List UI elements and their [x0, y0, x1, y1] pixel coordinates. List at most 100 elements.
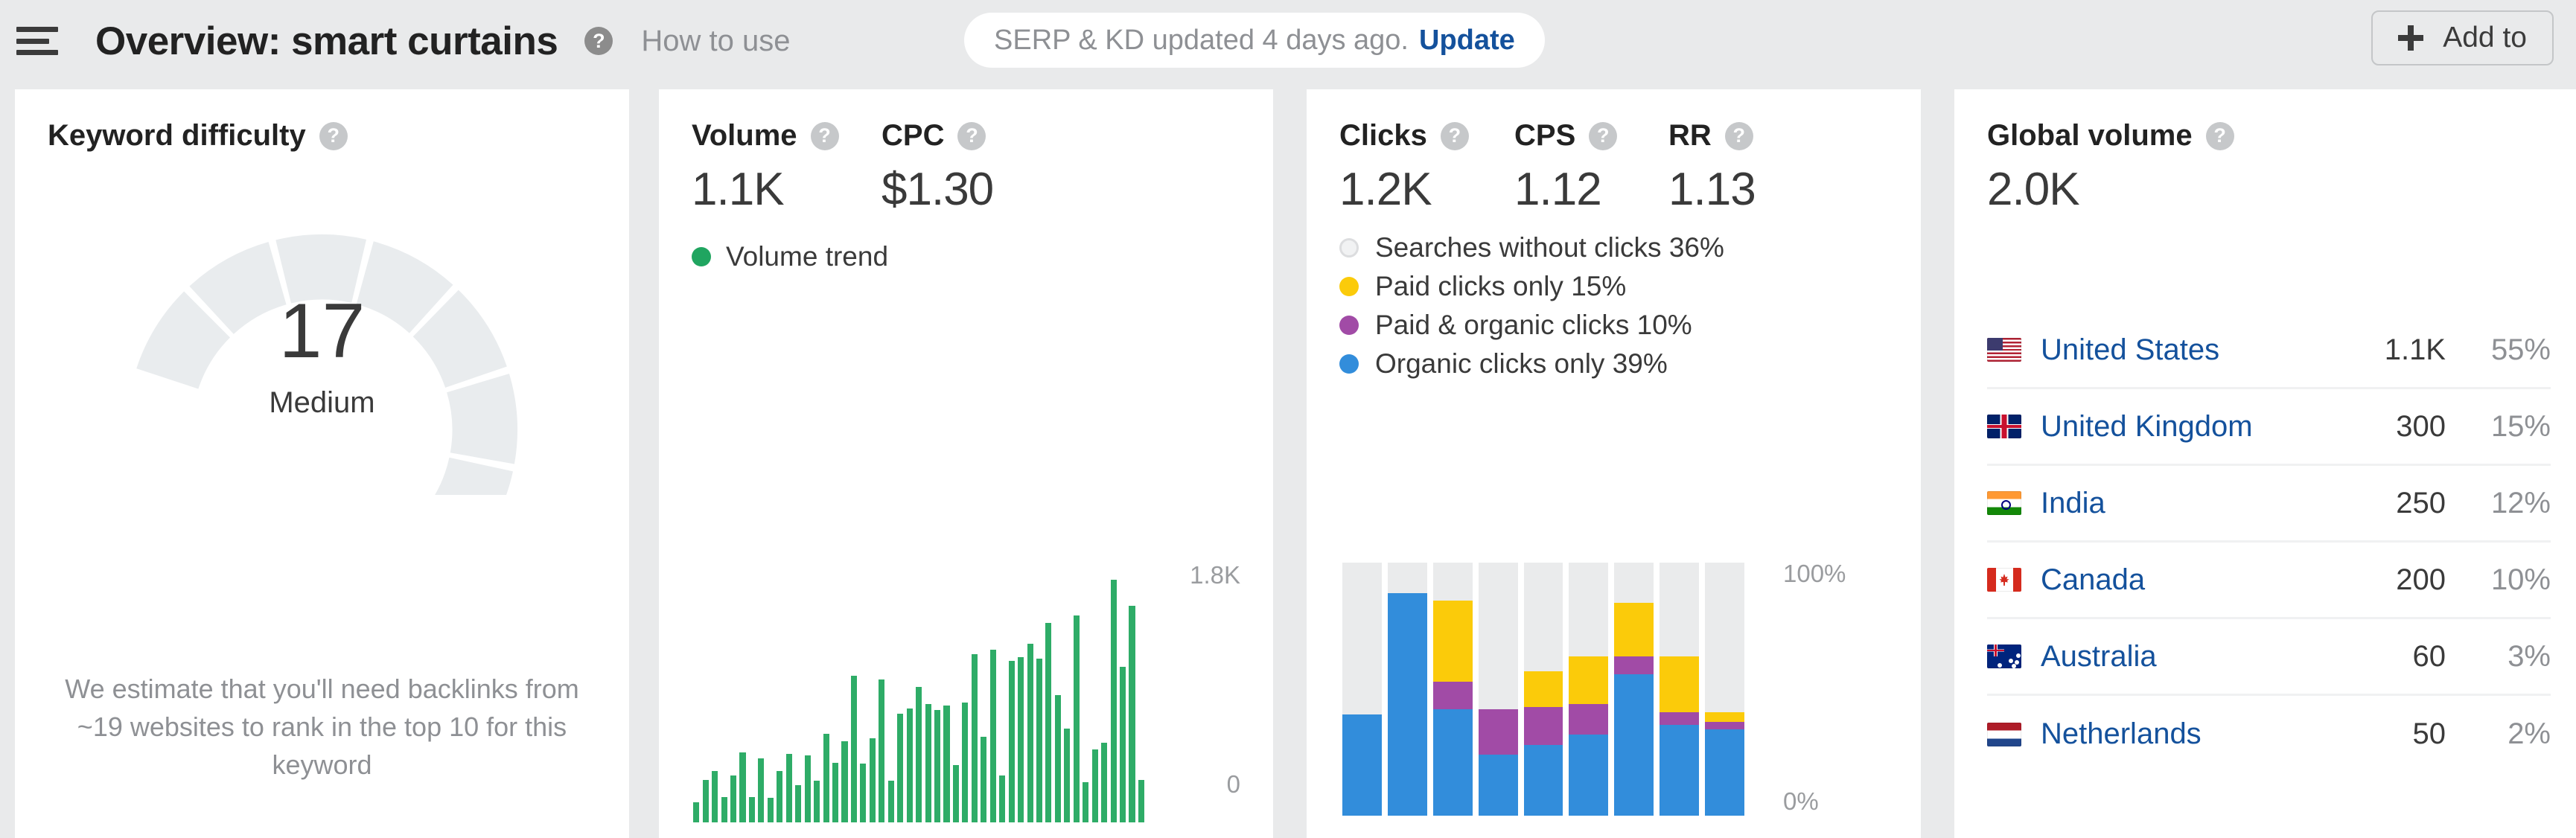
volume-bar[interactable]	[805, 755, 811, 822]
volume-bar[interactable]	[1055, 695, 1061, 822]
country-volume: 50	[2334, 717, 2446, 751]
volume-bar[interactable]	[823, 734, 829, 822]
country-flag-icon	[1987, 723, 2021, 746]
stacked-bar-column[interactable]	[1524, 563, 1563, 816]
add-to-button[interactable]: Add to	[2371, 10, 2554, 65]
volume-bar[interactable]	[1074, 615, 1080, 822]
legend-color-swatch	[692, 247, 711, 266]
volume-bar[interactable]	[749, 797, 755, 823]
stacked-bar-column[interactable]	[1342, 563, 1382, 816]
volume-bar[interactable]	[925, 704, 931, 822]
question-mark-icon[interactable]: ?	[1441, 122, 1469, 150]
update-link[interactable]: Update	[1419, 25, 1515, 57]
volume-bar[interactable]	[897, 714, 903, 822]
hamburger-menu-icon[interactable]	[16, 24, 58, 58]
volume-bar[interactable]	[851, 676, 857, 822]
star-icon	[1998, 663, 2002, 668]
question-mark-icon[interactable]: ?	[319, 122, 348, 150]
question-mark-icon[interactable]: ?	[584, 27, 613, 55]
country-row[interactable]: Canada20010%	[1987, 543, 2551, 619]
question-mark-icon[interactable]: ?	[811, 122, 839, 150]
stacked-bar-segment	[1569, 704, 1608, 735]
volume-bar[interactable]	[870, 738, 876, 822]
volume-bar[interactable]	[739, 752, 745, 822]
stacked-bar-column[interactable]	[1479, 563, 1518, 816]
volume-bar[interactable]	[1101, 743, 1107, 822]
volume-bar[interactable]	[730, 775, 736, 822]
country-row[interactable]: Netherlands502%	[1987, 696, 2551, 773]
volume-bar[interactable]	[972, 654, 978, 822]
country-row[interactable]: Australia603%	[1987, 619, 2551, 696]
question-mark-icon[interactable]: ?	[1589, 122, 1617, 150]
country-name-link[interactable]: Netherlands	[2041, 717, 2202, 751]
volume-bar[interactable]	[1027, 644, 1033, 822]
volume-bar[interactable]	[712, 771, 718, 822]
volume-bar[interactable]	[1045, 623, 1051, 822]
volume-bar[interactable]	[1036, 659, 1042, 822]
question-mark-icon[interactable]: ?	[957, 122, 986, 150]
volume-bar[interactable]	[1064, 729, 1070, 823]
volume-bar[interactable]	[703, 780, 709, 823]
question-mark-icon[interactable]: ?	[1725, 122, 1753, 150]
volume-bar[interactable]	[721, 797, 727, 823]
legend-item[interactable]: Paid clicks only 15%	[1339, 271, 1888, 302]
volume-bar[interactable]	[999, 775, 1005, 822]
volume-bar[interactable]	[814, 781, 820, 822]
volume-trend-bar-chart[interactable]	[692, 566, 1146, 822]
volume-bar[interactable]	[1009, 661, 1015, 822]
volume-bar[interactable]	[879, 679, 884, 822]
country-name-link[interactable]: United Kingdom	[2041, 410, 2253, 444]
country-volume: 60	[2334, 640, 2446, 674]
country-name-link[interactable]: Canada	[2041, 563, 2145, 597]
volume-bar[interactable]	[777, 771, 782, 822]
volume-bar[interactable]	[943, 706, 949, 822]
clicks-title: Clicks	[1339, 119, 1427, 153]
volume-axis-max-label: 1.8K	[1190, 561, 1240, 589]
how-to-use-link[interactable]: ? How to use	[584, 25, 790, 58]
volume-bar[interactable]	[795, 785, 801, 822]
country-name-link[interactable]: United States	[2041, 333, 2219, 367]
question-mark-icon[interactable]: ?	[2206, 122, 2234, 150]
country-name-link[interactable]: Australia	[2041, 640, 2157, 674]
volume-bar[interactable]	[768, 798, 774, 822]
country-name-link[interactable]: India	[2041, 487, 2105, 520]
volume-bar[interactable]	[832, 763, 838, 823]
volume-bar[interactable]	[1120, 667, 1126, 822]
volume-bar[interactable]	[1083, 782, 1088, 822]
volume-bar[interactable]	[934, 710, 940, 822]
legend-item[interactable]: Searches without clicks 36%	[1339, 232, 1888, 263]
volume-bar[interactable]	[990, 650, 996, 822]
stacked-bar-column[interactable]	[1660, 563, 1699, 816]
clicks-stacked-bar-chart[interactable]	[1339, 563, 1747, 816]
volume-bar[interactable]	[693, 802, 699, 822]
volume-bar[interactable]	[953, 765, 959, 822]
volume-bar[interactable]	[758, 758, 764, 822]
volume-bar[interactable]	[981, 737, 986, 822]
legend-item[interactable]: Organic clicks only 39%	[1339, 348, 1888, 380]
volume-bar[interactable]	[1138, 780, 1144, 823]
legend-color-swatch	[1339, 316, 1359, 335]
volume-bar[interactable]	[907, 709, 913, 822]
volume-bar[interactable]	[888, 781, 894, 822]
volume-bar[interactable]	[841, 741, 847, 822]
legend-label: Organic clicks only 39%	[1375, 348, 1668, 380]
volume-bar[interactable]	[860, 764, 866, 822]
stacked-bar-column[interactable]	[1569, 563, 1608, 816]
volume-bar[interactable]	[1129, 606, 1135, 822]
country-row[interactable]: India25012%	[1987, 466, 2551, 543]
stacked-bar-column[interactable]	[1433, 563, 1473, 816]
volume-bar[interactable]	[1018, 657, 1024, 822]
keyword-difficulty-card: Keyword difficulty ? 17 Medium We estima…	[15, 89, 629, 838]
stacked-bar-column[interactable]	[1614, 563, 1654, 816]
volume-bar[interactable]	[1111, 580, 1117, 822]
country-row[interactable]: United States1.1K55%	[1987, 313, 2551, 389]
country-row[interactable]: United Kingdom30015%	[1987, 389, 2551, 466]
volume-bar[interactable]	[1092, 749, 1098, 822]
stacked-bar-column[interactable]	[1705, 563, 1744, 816]
volume-bar[interactable]	[916, 687, 922, 822]
country-flag-icon	[1987, 645, 2021, 668]
volume-bar[interactable]	[786, 754, 792, 822]
volume-bar[interactable]	[962, 703, 968, 822]
legend-item[interactable]: Paid & organic clicks 10%	[1339, 310, 1888, 341]
stacked-bar-column[interactable]	[1388, 563, 1427, 816]
